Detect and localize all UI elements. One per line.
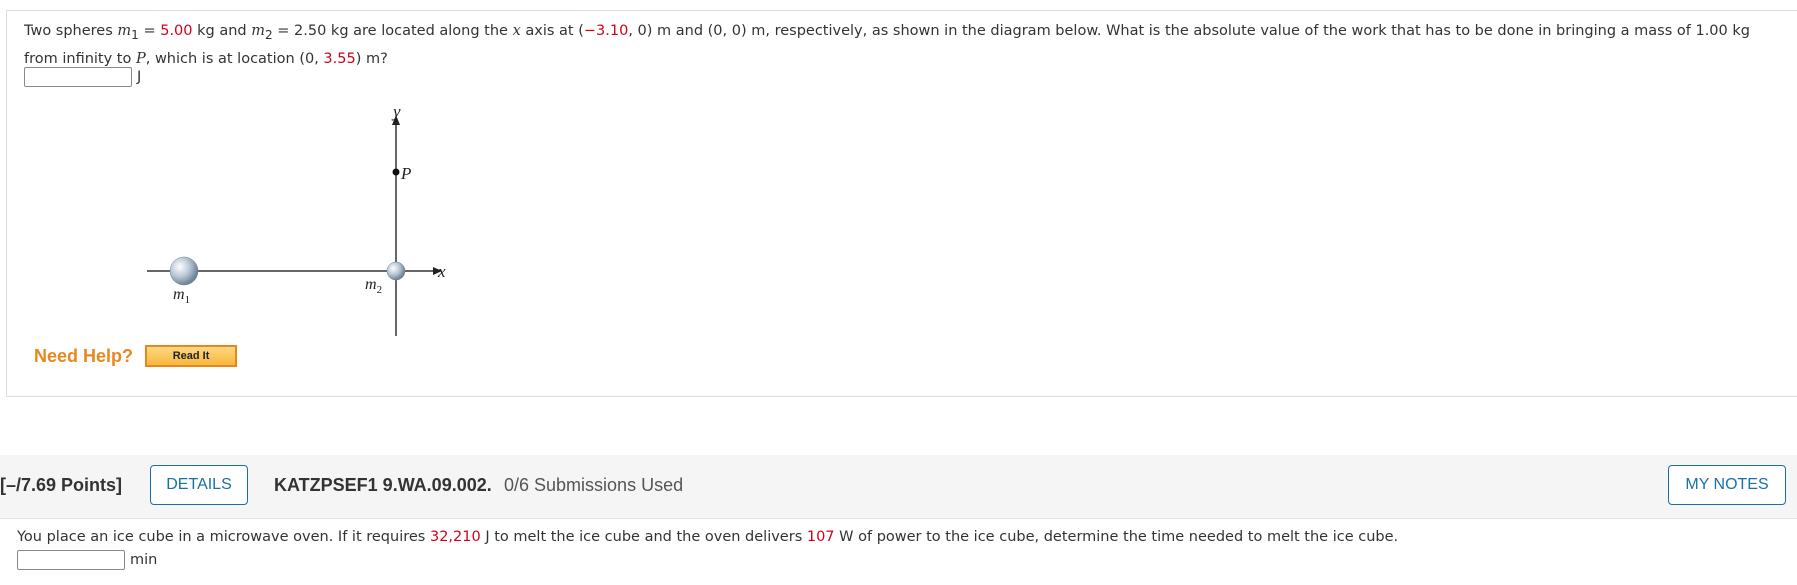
answer-input-2[interactable] (17, 550, 125, 570)
answer-unit-1: J (137, 69, 142, 85)
question-2-header: [–/7.69 Points] DETAILS KATZPSEF1 9.WA.0… (0, 455, 1797, 519)
need-help-label: Need Help? (34, 345, 134, 366)
question-code: KATZPSEF1 9.WA.09.002. (274, 475, 492, 495)
question-2-text: You place an ice cube in a microwave ove… (17, 529, 1399, 545)
x1-value: −3.10 (583, 23, 629, 39)
spheres-diagram: y x P m1 m2 (147, 102, 446, 336)
answer-row-2: min (17, 548, 157, 572)
point-p-label: P (400, 164, 411, 183)
m1-value: 5.00 (160, 23, 193, 39)
m1-label: m1 (173, 286, 190, 306)
sphere-m2 (386, 261, 406, 281)
need-help-row: Need Help? Read It (34, 345, 238, 367)
my-notes-button[interactable]: MY NOTES (1668, 465, 1786, 505)
sphere-m1 (169, 256, 199, 286)
energy-value: 32,210 (429, 529, 481, 545)
power-value: 107 (806, 529, 835, 545)
x-axis-label: x (437, 262, 446, 281)
question-1-text: Two spheres m1 = 5.00 kg and m2 = 2.50 k… (24, 23, 1750, 67)
answer-input-1[interactable] (24, 67, 132, 87)
details-button[interactable]: DETAILS (150, 465, 248, 505)
points-label: [–/7.69 Points] (0, 475, 123, 495)
submissions-used: 0/6 Submissions Used (504, 475, 684, 495)
question-1-panel: Two spheres m1 = 5.00 kg and m2 = 2.50 k… (6, 10, 1797, 397)
answer-unit-2: min (130, 552, 158, 568)
m2-label: m2 (365, 276, 382, 296)
answer-row-1: J (24, 65, 141, 89)
read-it-button[interactable]: Read It (145, 345, 238, 367)
point-p (392, 168, 400, 176)
p-y-value: 3.55 (323, 50, 356, 67)
y-axis-label: y (391, 102, 401, 121)
